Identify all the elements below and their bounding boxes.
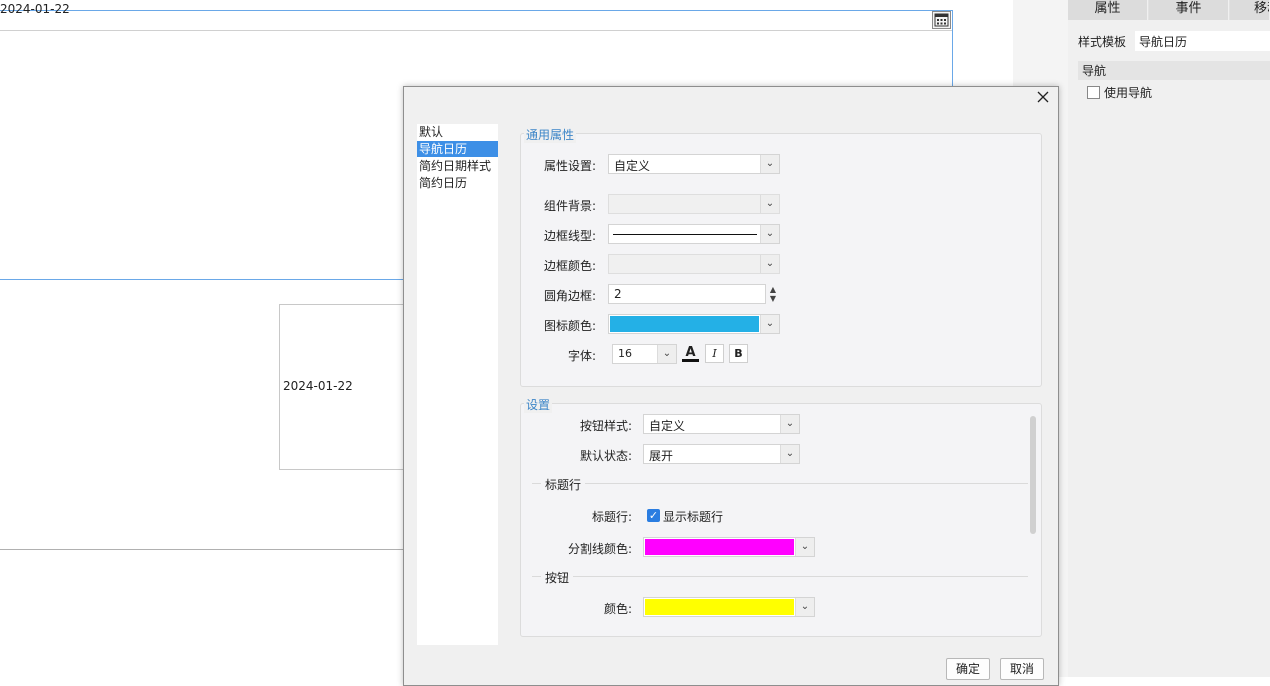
radius-label: 圆角边框: xyxy=(543,289,596,303)
template-list xyxy=(417,124,498,645)
attr-setting-select[interactable]: 自定义 ⌄ xyxy=(608,154,780,174)
template-item-simple-date[interactable]: 简约日期样式 xyxy=(417,158,498,174)
icon-color-swatch xyxy=(610,316,759,332)
canvas-divider xyxy=(0,549,404,550)
general-properties-group xyxy=(520,133,1042,387)
divider-color-label: 分割线颜色: xyxy=(567,542,632,556)
button-color-swatch xyxy=(645,599,794,615)
tab-events[interactable]: 事件 xyxy=(1149,0,1229,20)
spin-down-icon[interactable]: ▼ xyxy=(767,294,779,304)
template-item-default[interactable]: 默认 xyxy=(417,124,498,140)
button-color-select[interactable]: ⌄ xyxy=(643,597,815,617)
style-template-label: 样式模板 xyxy=(1078,35,1127,49)
property-panel xyxy=(1068,0,1270,677)
button-section: 按钮 xyxy=(541,569,574,586)
border-type-label: 边框线型: xyxy=(543,229,596,243)
use-nav-label: 使用导航 xyxy=(1104,86,1153,100)
show-title-label: 显示标题行 xyxy=(663,510,724,524)
title-row-label: 标题行: xyxy=(591,510,632,524)
chevron-down-icon: ⌄ xyxy=(795,598,814,616)
title-row-section: 标题行 xyxy=(541,476,586,493)
close-icon[interactable] xyxy=(1035,90,1051,106)
chevron-down-icon: ⌄ xyxy=(760,195,779,213)
radius-spinner[interactable]: 2 xyxy=(608,284,766,304)
chevron-down-icon: ⌄ xyxy=(760,155,779,173)
divider-color-select[interactable]: ⌄ xyxy=(643,537,815,557)
template-item-nav-calendar[interactable]: 导航日历 xyxy=(417,141,498,157)
chevron-down-icon: ⌄ xyxy=(657,345,676,363)
tab-attributes[interactable]: 属性 xyxy=(1068,0,1148,20)
chevron-down-icon: ⌄ xyxy=(760,225,779,243)
tab-mobile[interactable]: 移动 xyxy=(1230,0,1270,20)
use-nav-checkbox[interactable] xyxy=(1087,86,1100,99)
attr-setting-label: 属性设置: xyxy=(543,159,596,173)
show-title-checkbox[interactable]: ✓ xyxy=(647,509,660,522)
icon-color-label: 图标颜色: xyxy=(543,319,596,333)
button-color-label: 颜色: xyxy=(603,602,632,616)
button-style-label: 按钮样式: xyxy=(579,419,632,433)
icon-color-select[interactable]: ⌄ xyxy=(608,314,780,334)
date-input-value: 2024-01-22 xyxy=(0,2,70,16)
divider-color-swatch xyxy=(645,539,794,555)
chevron-down-icon: ⌄ xyxy=(760,315,779,333)
border-color-label: 边框颜色: xyxy=(543,259,596,273)
template-item-simple-calendar[interactable]: 简约日历 xyxy=(417,175,498,191)
font-color-bar xyxy=(682,359,699,362)
chevron-down-icon: ⌄ xyxy=(760,255,779,273)
font-label: 字体: xyxy=(567,349,596,363)
mini-calendar-date: 2024-01-22 xyxy=(283,379,353,393)
border-type-select[interactable]: ⌄ xyxy=(608,224,780,244)
nav-section-header[interactable]: 导航 xyxy=(1078,61,1270,80)
bold-button[interactable]: B xyxy=(729,344,748,363)
font-color-button[interactable]: A xyxy=(681,344,700,363)
property-tabs: 属性 事件 移动 xyxy=(1068,0,1270,20)
default-state-select[interactable]: 展开 ⌄ xyxy=(643,444,800,464)
solid-line-preview xyxy=(613,234,757,235)
bg-select[interactable]: ⌄ xyxy=(608,194,780,214)
border-color-select[interactable]: ⌄ xyxy=(608,254,780,274)
chevron-down-icon: ⌄ xyxy=(780,415,799,433)
general-properties-title: 通用属性 xyxy=(524,126,577,143)
date-input-row[interactable] xyxy=(0,10,952,31)
settings-title: 设置 xyxy=(524,396,553,413)
chevron-down-icon: ⌄ xyxy=(795,538,814,556)
italic-button[interactable]: I xyxy=(705,344,724,363)
settings-scrollbar[interactable] xyxy=(1030,416,1036,534)
calendar-icon[interactable] xyxy=(932,11,951,29)
title-row-divider xyxy=(532,483,1028,484)
bg-label: 组件背景: xyxy=(543,199,596,213)
button-style-select[interactable]: 自定义 ⌄ xyxy=(643,414,800,434)
font-size-select[interactable]: 16 ⌄ xyxy=(612,344,677,364)
chevron-down-icon: ⌄ xyxy=(780,445,799,463)
style-template-field[interactable]: 导航日历 xyxy=(1135,31,1270,51)
default-state-label: 默认状态: xyxy=(579,449,632,463)
button-divider xyxy=(532,576,1028,577)
